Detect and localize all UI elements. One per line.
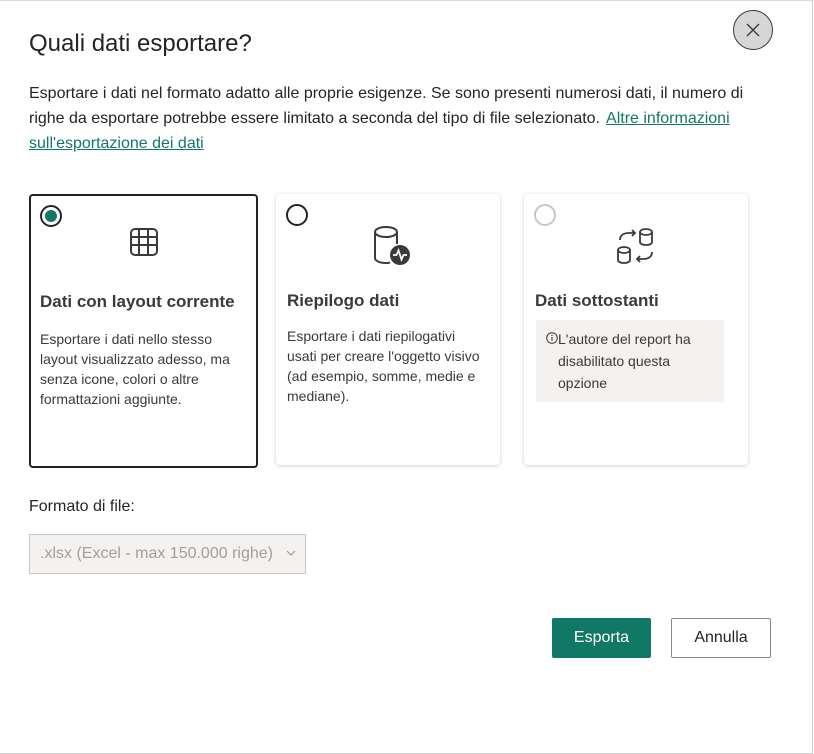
option-summary-data[interactable]: Riepilogo dati Esportare i dati riepilog… (276, 194, 500, 465)
radio-selected-dot (45, 210, 57, 222)
disabled-note: L'autore del report ha disabilitato ques… (536, 320, 724, 402)
close-icon (746, 23, 760, 37)
file-format-value: .xlsx (Excel - max 150.000 righe) (40, 545, 273, 562)
export-button[interactable]: Esporta (552, 618, 651, 658)
file-format-dropdown: .xlsx (Excel - max 150.000 righe) (29, 534, 306, 574)
option-underlying-data: Dati sottostanti L'autore del report ha … (524, 194, 748, 465)
database-summary-icon (374, 226, 411, 265)
option-title: Dati sottostanti (535, 291, 659, 310)
disabled-note-text: L'autore del report ha disabilitato ques… (558, 331, 691, 391)
radio-summary-data[interactable] (286, 204, 308, 226)
radio-underlying-data (534, 204, 556, 226)
option-title: Riepilogo dati (287, 291, 400, 310)
radio-current-layout[interactable] (40, 205, 62, 227)
export-data-dialog: Quali dati esportare? Esportare i dati n… (0, 0, 813, 754)
dialog-description: Esportare i dati nel formato adatto alle… (29, 81, 764, 156)
option-description: Esportare i dati nello stesso layout vis… (40, 331, 230, 407)
cancel-button[interactable]: Annulla (671, 618, 771, 658)
table-icon (129, 228, 158, 256)
option-title: Dati con layout corrente (40, 292, 235, 311)
chevron-down-icon (286, 550, 296, 556)
file-format-label: Formato di file: (29, 498, 135, 515)
info-icon (546, 332, 558, 344)
option-description: Esportare i dati riepilogativi usati per… (287, 328, 480, 404)
option-current-layout[interactable]: Dati con layout corrente Esportare i dat… (29, 194, 258, 468)
database-sync-icon (617, 228, 653, 264)
close-button[interactable] (733, 10, 773, 50)
dialog-title: Quali dati esportare? (29, 30, 252, 57)
